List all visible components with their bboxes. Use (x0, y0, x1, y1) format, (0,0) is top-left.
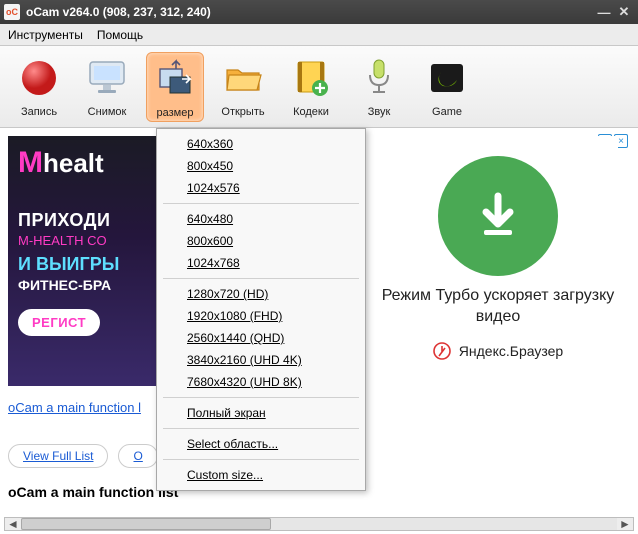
link-other[interactable]: O (118, 444, 157, 468)
open-label: Открыть (216, 106, 270, 118)
ad-left-logo-text: healt (43, 148, 104, 179)
microphone-icon (355, 54, 403, 102)
resize-icon (151, 55, 199, 103)
sound-button[interactable]: Звук (350, 52, 408, 120)
open-button[interactable]: Открыть (214, 52, 272, 120)
dropdown-item[interactable]: 800x600 (159, 230, 363, 252)
size-label: размер (149, 107, 201, 119)
dropdown-item[interactable]: 3840x2160 (UHD 4K) (159, 349, 363, 371)
link-row: View Full List O (8, 444, 158, 468)
size-button[interactable]: размер (146, 52, 204, 122)
ad-right-brand-text: Яндекс.Браузер (459, 343, 563, 359)
monitor-icon (83, 54, 131, 102)
menubar: Инструменты Помощь (0, 24, 638, 46)
dropdown-separator (163, 428, 359, 429)
sound-label: Звук (352, 106, 406, 118)
dropdown-item[interactable]: 1280x720 (HD) (159, 283, 363, 305)
dropdown-separator (163, 203, 359, 204)
dropdown-item[interactable]: 800x450 (159, 155, 363, 177)
horizontal-scrollbar[interactable]: ◄ ► (4, 517, 634, 531)
dropdown-item[interactable]: Select область... (159, 433, 363, 455)
dropdown-item[interactable]: 7680x4320 (UHD 8K) (159, 371, 363, 393)
download-icon (438, 156, 558, 276)
game-button[interactable]: Game (418, 52, 476, 120)
ad-right-brand: Яндекс.Браузер (378, 342, 618, 360)
record-label: Запись (12, 106, 66, 118)
yandex-icon (433, 342, 451, 360)
dropdown-item[interactable]: 1024x576 (159, 177, 363, 199)
dropdown-item[interactable]: 640x480 (159, 208, 363, 230)
dropdown-separator (163, 397, 359, 398)
ad-left-logo-m: M (18, 146, 43, 180)
heading-bottom: oCam a main function list (8, 484, 178, 500)
toolbar: Запись Снимок размер (0, 46, 638, 128)
ad-right[interactable]: Режим Турбо ускоряет загрузку видео Янде… (378, 136, 618, 386)
snapshot-label: Снимок (80, 106, 134, 118)
scroll-left-arrow[interactable]: ◄ (5, 518, 21, 530)
link-view-full-list[interactable]: View Full List (8, 444, 108, 468)
dropdown-separator (163, 459, 359, 460)
link-ocam-main[interactable]: oCam a main function l (8, 400, 141, 415)
dropdown-item[interactable]: 1024x768 (159, 252, 363, 274)
snapshot-button[interactable]: Снимок (78, 52, 136, 120)
dropdown-item[interactable]: 2560x1440 (QHD) (159, 327, 363, 349)
ad-right-headline: Режим Турбо ускоряет загрузку видео (378, 286, 618, 328)
window-title: oCam v264.0 (908, 237, 312, 240) (26, 5, 211, 19)
nvidia-icon (423, 54, 471, 102)
scroll-thumb[interactable] (21, 518, 271, 530)
size-dropdown: 640x360800x4501024x576 640x480800x6001024… (156, 128, 366, 491)
ad-left-register-button[interactable]: РЕГИСТ (18, 309, 100, 336)
game-label: Game (420, 106, 474, 118)
record-icon (15, 54, 63, 102)
scroll-track[interactable] (21, 518, 617, 530)
close-button[interactable]: ✕ (614, 4, 634, 20)
folder-icon (219, 54, 267, 102)
menu-tools[interactable]: Инструменты (8, 28, 83, 42)
dropdown-item[interactable]: Полный экран (159, 402, 363, 424)
codecs-icon (287, 54, 335, 102)
dropdown-item[interactable]: Custom size... (159, 464, 363, 486)
dropdown-item[interactable]: 640x360 (159, 133, 363, 155)
menu-help[interactable]: Помощь (97, 28, 143, 42)
dropdown-item[interactable]: 1920x1080 (FHD) (159, 305, 363, 327)
scroll-right-arrow[interactable]: ► (617, 518, 633, 530)
minimize-button[interactable]: — (594, 4, 614, 20)
titlebar: oC oCam v264.0 (908, 237, 312, 240) — ✕ (0, 0, 638, 24)
codecs-label: Кодеки (284, 106, 338, 118)
record-button[interactable]: Запись (10, 52, 68, 120)
codecs-button[interactable]: Кодеки (282, 52, 340, 120)
app-icon: oC (4, 4, 20, 20)
dropdown-separator (163, 278, 359, 279)
